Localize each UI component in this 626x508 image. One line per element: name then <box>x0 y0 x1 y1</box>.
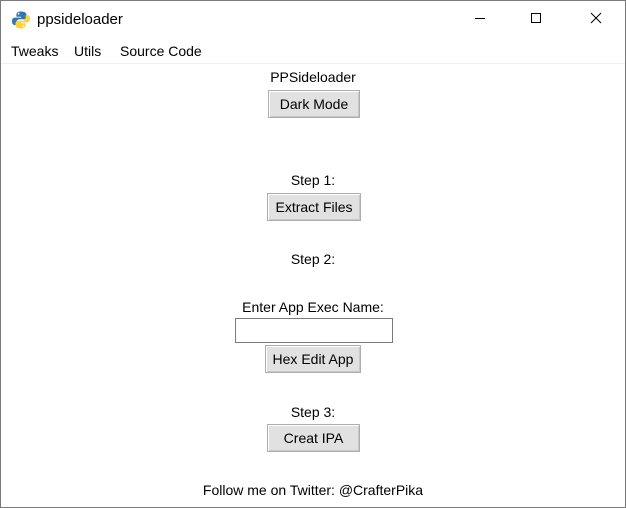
menu-bar: Tweaks Utils Source Code <box>1 39 625 64</box>
hex-edit-button[interactable]: Hex Edit App <box>265 345 361 373</box>
step1-label: Step 1: <box>290 172 336 188</box>
maximize-icon <box>530 11 542 29</box>
minimize-icon <box>474 11 486 29</box>
footer-text: Follow me on Twitter: @CrafterPika <box>202 482 424 498</box>
window-title: ppsideloader <box>37 11 123 28</box>
exec-name-label: Enter App Exec Name: <box>242 299 384 315</box>
close-button[interactable] <box>573 1 619 39</box>
create-ipa-button[interactable]: Creat IPA <box>267 424 360 452</box>
step3-label: Step 3: <box>290 404 336 420</box>
app-title-label: PPSideloader <box>270 69 356 85</box>
extract-files-button[interactable]: Extract Files <box>267 193 361 221</box>
close-icon <box>590 11 602 29</box>
menu-utils[interactable]: Utils <box>74 43 101 60</box>
title-bar[interactable]: ppsideloader <box>1 1 625 39</box>
menu-tweaks[interactable]: Tweaks <box>11 43 58 60</box>
main-content: PPSideloader Dark Mode Step 1: Extract F… <box>1 63 625 507</box>
menu-source-code[interactable]: Source Code <box>120 43 202 60</box>
maximize-button[interactable] <box>513 1 559 39</box>
step2-label: Step 2: <box>290 251 336 267</box>
app-window: ppsideloader Tweaks Utils Source Code PP… <box>0 0 626 508</box>
python-icon <box>11 10 31 30</box>
dark-mode-button[interactable]: Dark Mode <box>268 90 360 118</box>
exec-name-input[interactable] <box>235 318 393 343</box>
minimize-button[interactable] <box>457 1 503 39</box>
